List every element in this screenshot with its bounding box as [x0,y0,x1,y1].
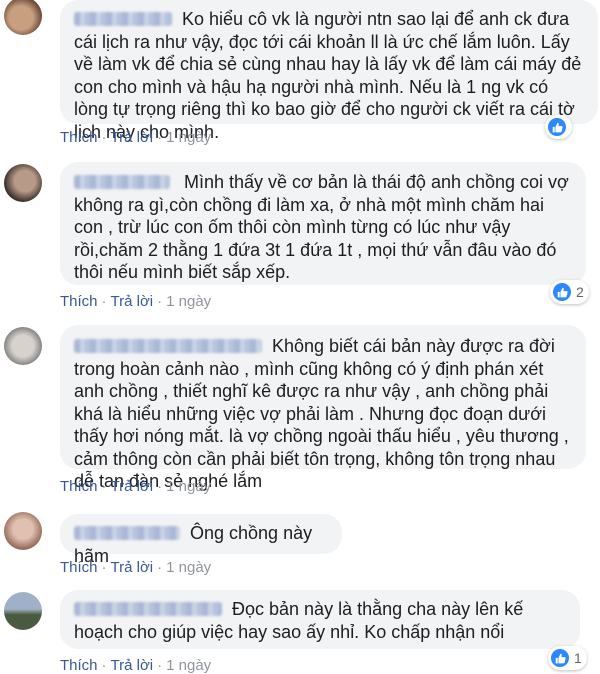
avatar[interactable] [4,512,42,550]
comment-actions: Thích · Trả lời · 1 ngày [60,129,212,146]
comment-time[interactable]: 1 ngày [166,293,211,310]
thumbs-up-icon [553,283,571,301]
comment-text: Ko hiểu cô vk là người ntn sao lại để an… [74,9,582,142]
reaction-count: 2 [576,284,584,300]
reply-link[interactable]: Trả lời [111,478,154,495]
comment-author[interactable] [74,175,170,189]
like-link[interactable]: Thích [60,129,98,146]
comment-time[interactable]: 1 ngày [166,559,211,576]
comment-author[interactable] [74,12,172,26]
thumbs-up-icon [548,118,566,136]
avatar[interactable] [4,592,42,630]
comment-bubble: Mình thấy về cơ bản là thái độ anh chồng… [60,162,586,285]
comment-bubble: Ko hiểu cô vk là người ntn sao lại để an… [60,0,598,142]
comment-author[interactable] [74,339,262,353]
comment-text: Không biết cái bản này được ra đời trong… [74,336,569,491]
reaction-summary[interactable] [545,115,572,139]
avatar[interactable] [4,0,42,35]
reaction-summary[interactable]: 1 [548,646,587,670]
comment-bubble: Đọc bản này là thằng cha này lên kế hoạc… [60,590,580,649]
like-link[interactable]: Thích [60,559,98,576]
comment-actions: Thích · Trả lời · 1 ngày [60,478,212,495]
reply-link[interactable]: Trả lời [111,559,154,576]
comment-time[interactable]: 1 ngày [166,129,211,146]
reply-link[interactable]: Trả lời [111,129,154,146]
comment-time[interactable]: 1 ngày [166,478,211,495]
thumbs-up-icon [551,649,569,667]
comment-actions: Thích · Trả lời · 1 ngày [60,559,212,576]
comment-author[interactable] [74,602,222,616]
like-link[interactable]: Thích [60,478,98,495]
like-link[interactable]: Thích [60,293,98,310]
reaction-summary[interactable]: 2 [550,280,589,304]
comment-actions: Thích · Trả lời · 1 ngày [60,293,212,310]
comment-bubble: Ông chồng này hãm [60,514,342,566]
avatar[interactable] [4,327,42,365]
reaction-count: 1 [574,650,582,666]
avatar[interactable] [4,164,42,202]
reply-link[interactable]: Trả lời [111,293,154,310]
comment-author[interactable] [74,526,180,540]
comment-bubble: Không biết cái bản này được ra đời trong… [60,325,586,491]
